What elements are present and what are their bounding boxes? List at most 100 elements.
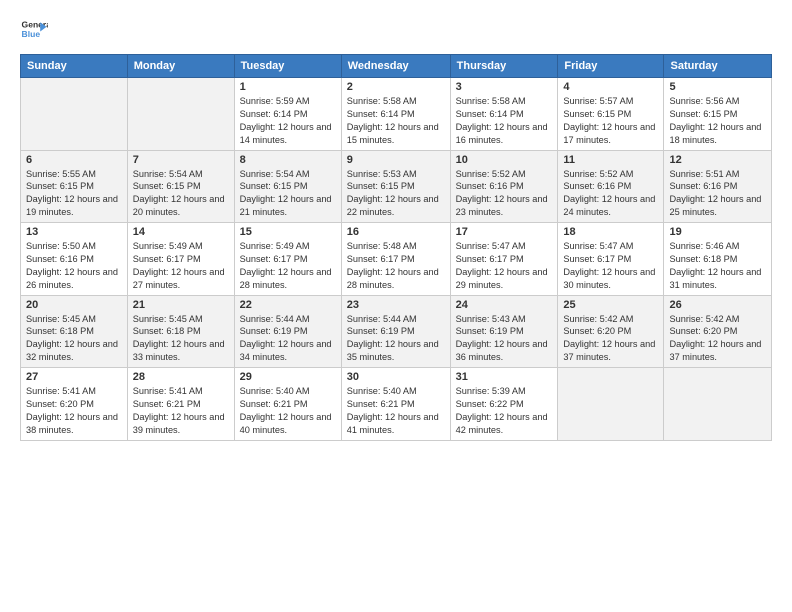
day-cell: 26 Sunrise: 5:42 AM Sunset: 6:20 PM Dayli… — [664, 295, 772, 368]
day-cell — [127, 78, 234, 151]
day-number: 26 — [669, 299, 766, 311]
day-cell: 7 Sunrise: 5:54 AM Sunset: 6:15 PM Daylig… — [127, 150, 234, 223]
day-info: Sunrise: 5:52 AM Sunset: 6:16 PM Dayligh… — [563, 168, 658, 220]
day-number: 31 — [456, 371, 553, 383]
day-info: Sunrise: 5:45 AM Sunset: 6:18 PM Dayligh… — [133, 313, 229, 365]
day-number: 27 — [26, 371, 122, 383]
day-cell: 22 Sunrise: 5:44 AM Sunset: 6:19 PM Dayli… — [234, 295, 341, 368]
day-info: Sunrise: 5:46 AM Sunset: 6:18 PM Dayligh… — [669, 240, 766, 292]
day-cell: 18Sunrise: 5:47 AM Sunset: 6:17 PM Dayli… — [558, 223, 664, 296]
day-cell: 29 Sunrise: 5:40 AM Sunset: 6:21 PM Dayli… — [234, 368, 341, 441]
day-info: Sunrise: 5:48 AM Sunset: 6:17 PM Dayligh… — [347, 240, 445, 292]
col-header-wednesday: Wednesday — [341, 55, 450, 78]
day-number: 6 — [26, 154, 122, 166]
header: General Blue — [20, 16, 772, 44]
col-header-friday: Friday — [558, 55, 664, 78]
day-cell: 19 Sunrise: 5:46 AM Sunset: 6:18 PM Dayli… — [664, 223, 772, 296]
day-cell — [21, 78, 128, 151]
week-row-1: 1 Sunrise: 5:59 AM Sunset: 6:14 PM Daylig… — [21, 78, 772, 151]
day-number: 25 — [563, 299, 658, 311]
col-header-tuesday: Tuesday — [234, 55, 341, 78]
day-info: Sunrise: 5:54 AM Sunset: 6:15 PM Dayligh… — [240, 168, 336, 220]
day-cell — [558, 368, 664, 441]
week-row-4: 20 Sunrise: 5:45 AM Sunset: 6:18 PM Dayli… — [21, 295, 772, 368]
day-info: Sunrise: 5:39 AM Sunset: 6:22 PM Dayligh… — [456, 385, 553, 437]
logo: General Blue — [20, 16, 48, 44]
day-cell: 12 Sunrise: 5:51 AM Sunset: 6:16 PM Dayli… — [664, 150, 772, 223]
day-number: 10 — [456, 154, 553, 166]
day-cell: 17 Sunrise: 5:47 AM Sunset: 6:17 PM Dayli… — [450, 223, 558, 296]
svg-text:Blue: Blue — [22, 29, 41, 39]
day-number: 13 — [26, 226, 122, 238]
day-cell: 28Sunrise: 5:41 AM Sunset: 6:21 PM Dayli… — [127, 368, 234, 441]
day-number: 7 — [133, 154, 229, 166]
day-info: Sunrise: 5:41 AM Sunset: 6:21 PM Dayligh… — [133, 385, 229, 437]
day-info: Sunrise: 5:45 AM Sunset: 6:18 PM Dayligh… — [26, 313, 122, 365]
day-cell: 25 Sunrise: 5:42 AM Sunset: 6:20 PM Dayli… — [558, 295, 664, 368]
day-info: Sunrise: 5:53 AM Sunset: 6:15 PM Dayligh… — [347, 168, 445, 220]
day-info: Sunrise: 5:47 AM Sunset: 6:17 PM Dayligh… — [563, 240, 658, 292]
day-cell: 23Sunrise: 5:44 AM Sunset: 6:19 PM Dayli… — [341, 295, 450, 368]
day-number: 19 — [669, 226, 766, 238]
day-info: Sunrise: 5:54 AM Sunset: 6:15 PM Dayligh… — [133, 168, 229, 220]
day-info: Sunrise: 5:52 AM Sunset: 6:16 PM Dayligh… — [456, 168, 553, 220]
day-info: Sunrise: 5:58 AM Sunset: 6:14 PM Dayligh… — [347, 95, 445, 147]
calendar-table: SundayMondayTuesdayWednesdayThursdayFrid… — [20, 54, 772, 441]
day-number: 3 — [456, 81, 553, 93]
day-info: Sunrise: 5:47 AM Sunset: 6:17 PM Dayligh… — [456, 240, 553, 292]
day-info: Sunrise: 5:58 AM Sunset: 6:14 PM Dayligh… — [456, 95, 553, 147]
day-cell: 21 Sunrise: 5:45 AM Sunset: 6:18 PM Dayli… — [127, 295, 234, 368]
day-info: Sunrise: 5:40 AM Sunset: 6:21 PM Dayligh… — [240, 385, 336, 437]
day-cell: 11 Sunrise: 5:52 AM Sunset: 6:16 PM Dayli… — [558, 150, 664, 223]
col-header-saturday: Saturday — [664, 55, 772, 78]
col-header-thursday: Thursday — [450, 55, 558, 78]
header-row: SundayMondayTuesdayWednesdayThursdayFrid… — [21, 55, 772, 78]
day-cell: 8 Sunrise: 5:54 AM Sunset: 6:15 PM Daylig… — [234, 150, 341, 223]
day-info: Sunrise: 5:51 AM Sunset: 6:16 PM Dayligh… — [669, 168, 766, 220]
week-row-2: 6 Sunrise: 5:55 AM Sunset: 6:15 PM Daylig… — [21, 150, 772, 223]
day-info: Sunrise: 5:42 AM Sunset: 6:20 PM Dayligh… — [563, 313, 658, 365]
day-number: 1 — [240, 81, 336, 93]
day-info: Sunrise: 5:49 AM Sunset: 6:17 PM Dayligh… — [133, 240, 229, 292]
day-number: 2 — [347, 81, 445, 93]
day-info: Sunrise: 5:59 AM Sunset: 6:14 PM Dayligh… — [240, 95, 336, 147]
day-info: Sunrise: 5:55 AM Sunset: 6:15 PM Dayligh… — [26, 168, 122, 220]
day-number: 9 — [347, 154, 445, 166]
day-cell: 15Sunrise: 5:49 AM Sunset: 6:17 PM Dayli… — [234, 223, 341, 296]
day-number: 17 — [456, 226, 553, 238]
day-cell: 20 Sunrise: 5:45 AM Sunset: 6:18 PM Dayli… — [21, 295, 128, 368]
day-cell: 3 Sunrise: 5:58 AM Sunset: 6:14 PM Daylig… — [450, 78, 558, 151]
day-number: 22 — [240, 299, 336, 311]
day-number: 30 — [347, 371, 445, 383]
day-info: Sunrise: 5:41 AM Sunset: 6:20 PM Dayligh… — [26, 385, 122, 437]
day-number: 29 — [240, 371, 336, 383]
day-info: Sunrise: 5:44 AM Sunset: 6:19 PM Dayligh… — [240, 313, 336, 365]
page: General Blue SundayMondayTuesdayWednesda… — [0, 0, 792, 612]
day-number: 4 — [563, 81, 658, 93]
day-number: 16 — [347, 226, 445, 238]
day-cell: 14Sunrise: 5:49 AM Sunset: 6:17 PM Dayli… — [127, 223, 234, 296]
day-number: 11 — [563, 154, 658, 166]
day-info: Sunrise: 5:57 AM Sunset: 6:15 PM Dayligh… — [563, 95, 658, 147]
day-cell — [664, 368, 772, 441]
day-info: Sunrise: 5:50 AM Sunset: 6:16 PM Dayligh… — [26, 240, 122, 292]
logo-icon: General Blue — [20, 16, 48, 44]
day-number: 8 — [240, 154, 336, 166]
day-info: Sunrise: 5:42 AM Sunset: 6:20 PM Dayligh… — [669, 313, 766, 365]
day-cell: 1 Sunrise: 5:59 AM Sunset: 6:14 PM Daylig… — [234, 78, 341, 151]
day-number: 15 — [240, 226, 336, 238]
day-info: Sunrise: 5:56 AM Sunset: 6:15 PM Dayligh… — [669, 95, 766, 147]
col-header-monday: Monday — [127, 55, 234, 78]
day-number: 20 — [26, 299, 122, 311]
day-cell: 31 Sunrise: 5:39 AM Sunset: 6:22 PM Dayli… — [450, 368, 558, 441]
day-cell: 4 Sunrise: 5:57 AM Sunset: 6:15 PM Daylig… — [558, 78, 664, 151]
day-number: 12 — [669, 154, 766, 166]
day-cell: 2 Sunrise: 5:58 AM Sunset: 6:14 PM Daylig… — [341, 78, 450, 151]
day-number: 21 — [133, 299, 229, 311]
day-cell: 16 Sunrise: 5:48 AM Sunset: 6:17 PM Dayli… — [341, 223, 450, 296]
day-number: 5 — [669, 81, 766, 93]
day-info: Sunrise: 5:44 AM Sunset: 6:19 PM Dayligh… — [347, 313, 445, 365]
day-cell: 13 Sunrise: 5:50 AM Sunset: 6:16 PM Dayli… — [21, 223, 128, 296]
day-info: Sunrise: 5:43 AM Sunset: 6:19 PM Dayligh… — [456, 313, 553, 365]
day-cell: 30Sunrise: 5:40 AM Sunset: 6:21 PM Dayli… — [341, 368, 450, 441]
